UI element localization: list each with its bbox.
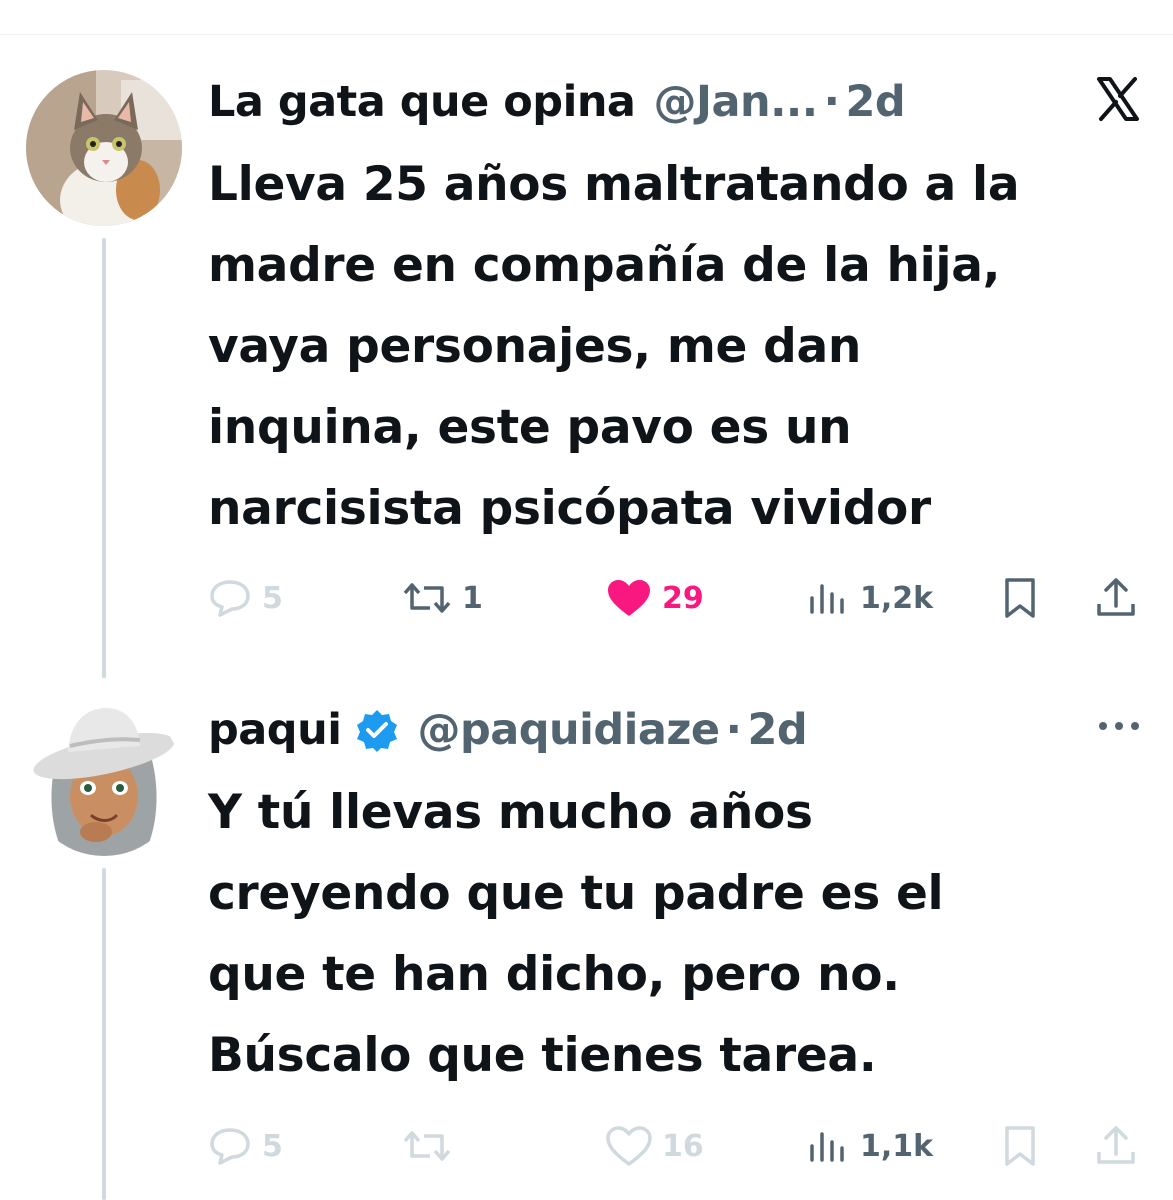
repost-icon xyxy=(403,583,451,613)
tweet-text: Lleva 25 años maltratando a la madre en … xyxy=(208,144,1138,549)
tweet-text-line: que te han dicho, pero no. xyxy=(208,947,900,1002)
repost-count: 1 xyxy=(462,580,483,616)
avatar[interactable] xyxy=(26,70,182,226)
heart-icon xyxy=(606,1126,652,1166)
bookmark-icon xyxy=(1005,578,1035,618)
views-count: 1,1k xyxy=(860,1128,934,1164)
reply-button[interactable]: 5 xyxy=(208,574,283,622)
share-button[interactable] xyxy=(1094,1122,1138,1170)
bookmark-button[interactable] xyxy=(1000,1122,1040,1170)
thread-line xyxy=(102,868,106,1200)
display-name[interactable]: paqui xyxy=(208,705,342,755)
tweet-header: La gata que opina @Jan... · 2d xyxy=(208,72,906,132)
like-count: 29 xyxy=(662,580,704,616)
tweet-text-line: inquina, este pavo es un xyxy=(208,400,852,455)
tweet-text-line: Y tú llevas mucho años xyxy=(208,785,813,840)
tweet-text-line: vaya personajes, me dan xyxy=(208,319,862,374)
reply-count: 5 xyxy=(262,580,283,616)
repost-button[interactable] xyxy=(402,1122,462,1170)
tweet-text-line: madre en compañía de la hija, xyxy=(208,238,1001,293)
verified-badge-icon xyxy=(355,708,399,752)
share-button[interactable] xyxy=(1094,574,1138,622)
tweet-text-line: Lleva 25 años maltratando a la xyxy=(208,157,1020,212)
tweet-text-line: narcisista psicópata vividor xyxy=(208,481,931,536)
views-icon xyxy=(810,1132,844,1162)
repost-button[interactable]: 1 xyxy=(402,574,483,622)
action-bar: 5 1 29 1,2k xyxy=(208,574,1148,622)
views-count: 1,2k xyxy=(860,580,934,616)
x-logo-icon[interactable] xyxy=(1095,76,1141,122)
views-button[interactable]: 1,2k xyxy=(806,574,933,622)
top-divider xyxy=(0,34,1173,35)
tweet-header: paqui @paquidiaze · 2d xyxy=(208,700,808,760)
cat-avatar-icon xyxy=(26,70,182,226)
repost-icon xyxy=(403,1131,451,1161)
user-handle[interactable]: @paquidiaze xyxy=(417,705,720,755)
views-icon xyxy=(810,584,844,614)
tweet-text-line: creyendo que tu padre es el xyxy=(208,866,944,921)
tweet-text: Y tú llevas mucho años creyendo que tu p… xyxy=(208,772,1138,1096)
user-handle[interactable]: @Jan... xyxy=(653,77,818,127)
reply-count: 5 xyxy=(262,1128,283,1164)
avatar[interactable] xyxy=(26,700,182,856)
action-bar: 5 16 1,1k xyxy=(208,1122,1148,1170)
share-icon xyxy=(1097,578,1135,616)
cowboy-memoji-avatar-icon xyxy=(26,700,182,856)
thread-line xyxy=(102,238,106,678)
like-button[interactable]: 16 xyxy=(606,1122,704,1170)
tweet-text-line: Búscalo que tienes tarea. xyxy=(208,1028,877,1083)
views-button[interactable]: 1,1k xyxy=(806,1122,933,1170)
like-button[interactable]: 29 xyxy=(606,574,704,622)
reply-icon xyxy=(210,1128,250,1165)
display-name[interactable]: La gata que opina xyxy=(208,77,636,127)
share-icon xyxy=(1097,1126,1135,1164)
like-count: 16 xyxy=(662,1128,704,1164)
bookmark-icon xyxy=(1005,1126,1035,1166)
reply-icon xyxy=(210,580,250,617)
bookmark-button[interactable] xyxy=(1000,574,1040,622)
separator-dot: · xyxy=(725,705,742,755)
more-icon[interactable] xyxy=(1096,716,1142,736)
separator-dot: · xyxy=(823,77,840,127)
heart-filled-icon xyxy=(608,580,650,616)
timestamp[interactable]: 2d xyxy=(845,77,905,127)
reply-button[interactable]: 5 xyxy=(208,1122,283,1170)
timestamp[interactable]: 2d xyxy=(747,705,807,755)
